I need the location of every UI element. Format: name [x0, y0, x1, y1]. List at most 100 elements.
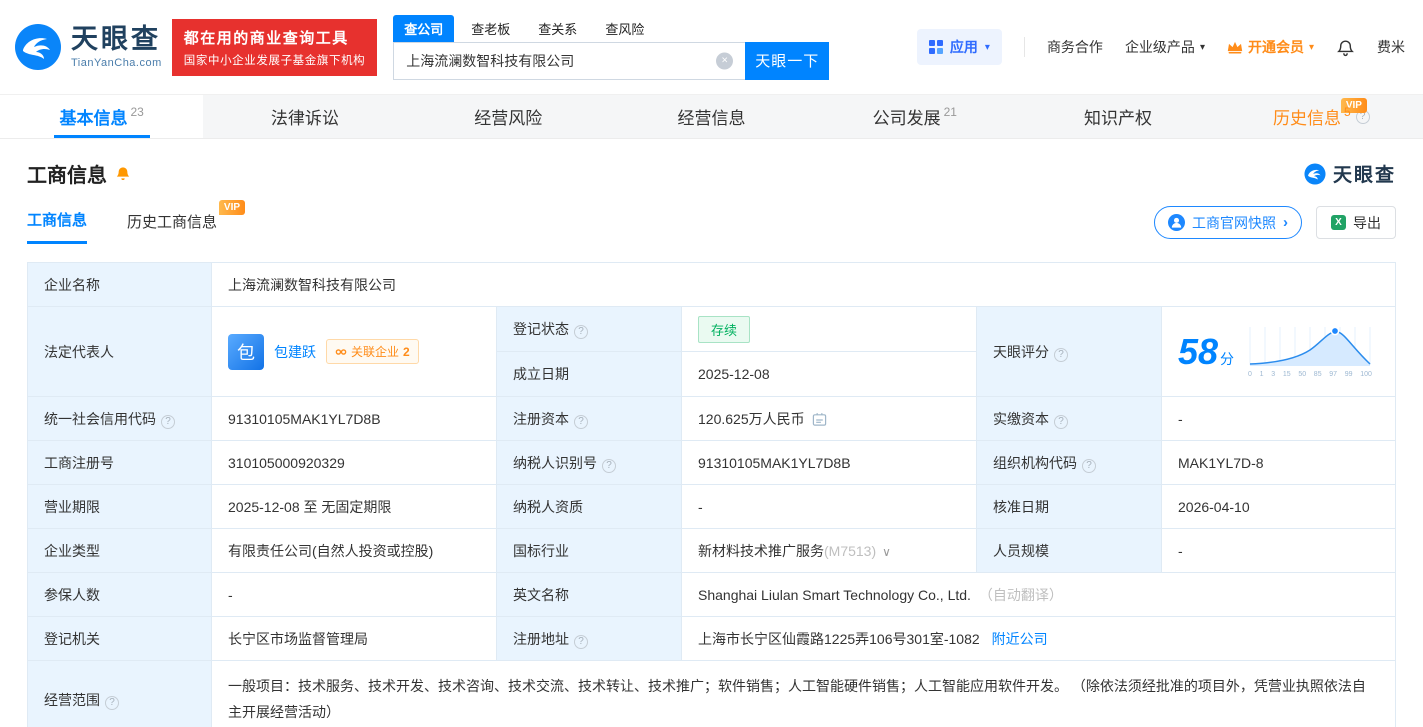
establish-date-value: 2025-12-08	[682, 352, 977, 397]
logo-domain: TianYanCha.com	[71, 57, 162, 69]
company-name-value: 上海流澜数智科技有限公司	[212, 263, 1396, 307]
chevron-down-icon: ▾	[1200, 42, 1205, 53]
search-tabs: 查公司 查老板 查关系 查风险	[393, 15, 829, 42]
user-name[interactable]: 费米	[1377, 37, 1405, 57]
legal-rep-name-link[interactable]: 包建跃	[274, 342, 316, 362]
subtab-business-info[interactable]: 工商信息	[27, 209, 87, 244]
related-companies-label: 关联企业	[351, 343, 399, 360]
score-label-cell: 天眼评分?	[977, 307, 1162, 397]
tab-operation-info[interactable]: 经营信息	[610, 95, 813, 138]
english-name-value: Shanghai Liulan Smart Technology Co., Lt…	[698, 587, 971, 603]
tianyancha-eye-icon	[14, 23, 62, 71]
clear-search-icon[interactable]: ×	[716, 52, 733, 69]
legal-rep-label-cell: 法定代表人	[28, 307, 212, 397]
tab-operational-risk[interactable]: 经营风险	[407, 95, 610, 138]
menu-vip-membership[interactable]: 开通会员 ▾	[1227, 37, 1314, 57]
business-info-table: 企业名称 上海流澜数智科技有限公司 法定代表人 包 包建跃	[27, 262, 1396, 727]
help-icon[interactable]: ?	[602, 459, 616, 473]
search-tab-relation[interactable]: 查关系	[527, 15, 588, 42]
legal-rep-avatar[interactable]: 包	[228, 334, 264, 370]
field-label: 法定代表人	[44, 344, 114, 360]
search-tab-risk[interactable]: 查风险	[594, 15, 655, 42]
approved-date-label-cell: 核准日期	[977, 485, 1162, 529]
menu-enterprise-products[interactable]: 企业级产品 ▾	[1125, 37, 1205, 57]
excel-glyph: X	[1335, 217, 1342, 228]
tab-label: 经营信息	[677, 104, 745, 129]
nearby-companies-link[interactable]: 附近公司	[992, 631, 1048, 647]
axis-tick: 15	[1283, 371, 1291, 378]
axis-tick: 0	[1248, 371, 1252, 378]
reg-capital-cell: 120.625万人民币	[682, 397, 977, 441]
tab-basic-info[interactable]: 基本信息 23	[0, 95, 203, 138]
org-code-value: MAK1YL7D-8	[1162, 441, 1396, 485]
search-button[interactable]: 天眼一下	[745, 42, 829, 80]
company-type-label-cell: 企业类型	[28, 529, 212, 573]
credit-code-label-cell: 统一社会信用代码?	[28, 397, 212, 441]
capital-change-icon[interactable]	[812, 412, 827, 427]
chevron-down-icon[interactable]: ∨	[882, 545, 891, 559]
english-name-label-cell: 英文名称	[497, 573, 682, 617]
business-scope-value: 一般项目：技术服务、技术开发、技术咨询、技术交流、技术转让、技术推广；软件销售；…	[228, 674, 1379, 726]
tianyancha-eye-icon	[1304, 163, 1326, 185]
paid-capital-value: -	[1162, 397, 1396, 441]
apps-menu[interactable]: 应用 ▾	[917, 29, 1002, 65]
person-badge-icon	[1168, 214, 1185, 231]
watermark-text: 天眼查	[1333, 160, 1396, 187]
help-icon[interactable]: ?	[161, 415, 175, 429]
field-label: 天眼评分	[993, 344, 1049, 360]
help-icon[interactable]: ?	[1054, 415, 1068, 429]
vip-badge: VIP	[219, 200, 245, 215]
subtab-label: 工商信息	[27, 212, 87, 229]
tab-history-info[interactable]: VIP 历史信息 5 ?	[1220, 95, 1423, 138]
axis-tick: 100	[1360, 371, 1372, 378]
address-value: 上海市长宁区仙霞路1225弄106号301室-1082	[698, 631, 980, 647]
business-scope-label-cell: 经营范围?	[28, 661, 212, 727]
menu-business-cooperation[interactable]: 商务合作	[1047, 37, 1103, 57]
taxpayer-qualification-label-cell: 纳税人资质	[497, 485, 682, 529]
tab-label: 公司发展	[873, 104, 941, 129]
export-button[interactable]: X 导出	[1316, 206, 1396, 239]
address-cell: 上海市长宁区仙霞路1225弄106号301室-1082 附近公司	[682, 617, 1396, 661]
search-box: × 天眼一下	[393, 42, 829, 80]
chevron-down-icon: ▾	[985, 42, 990, 53]
grid-icon	[929, 40, 943, 54]
related-companies-count: 2	[403, 345, 410, 359]
related-companies-badge[interactable]: 关联企业 2	[326, 339, 419, 364]
help-icon[interactable]: ?	[1082, 459, 1096, 473]
reg-number-label-cell: 工商注册号	[28, 441, 212, 485]
tab-intellectual-property[interactable]: 知识产权	[1016, 95, 1219, 138]
org-code-label-cell: 组织机构代码?	[977, 441, 1162, 485]
divider	[1024, 37, 1025, 57]
subtab-history-business-info[interactable]: 历史工商信息 VIP	[127, 211, 217, 243]
field-label: 登记机关	[44, 631, 100, 647]
axis-tick: 99	[1345, 371, 1353, 378]
search-tab-company[interactable]: 查公司	[393, 15, 454, 42]
help-icon[interactable]: ?	[574, 325, 588, 339]
tab-company-development[interactable]: 公司发展 21	[813, 95, 1016, 138]
field-label: 经营范围	[44, 692, 100, 708]
official-snapshot-button[interactable]: 工商官网快照 ›	[1154, 206, 1302, 239]
axis-tick: 1	[1260, 371, 1264, 378]
help-icon[interactable]: ?	[574, 635, 588, 649]
help-icon[interactable]: ?	[105, 696, 119, 710]
field-label: 英文名称	[513, 587, 569, 603]
axis-tick: 97	[1329, 371, 1337, 378]
subtab-row: 工商信息 历史工商信息 VIP 工商官网快照 › X 导出	[27, 206, 1396, 247]
field-label: 纳税人识别号	[513, 455, 597, 471]
search-input[interactable]	[393, 42, 745, 80]
help-icon[interactable]: ?	[574, 415, 588, 429]
help-icon[interactable]: ?	[1054, 348, 1068, 362]
staff-size-value: -	[1162, 529, 1396, 573]
search-tab-boss[interactable]: 查老板	[460, 15, 521, 42]
subscribe-bell-icon[interactable]	[115, 166, 131, 182]
score-value: 58	[1178, 331, 1218, 372]
score-axis: 0 1 3 15 50 85 97 99 100	[1248, 371, 1372, 378]
approved-date-value: 2026-04-10	[1162, 485, 1396, 529]
tianyancha-logo[interactable]: 天眼查 TianYanCha.com	[14, 23, 162, 71]
tab-label: 历史信息	[1273, 104, 1341, 129]
tab-legal-proceedings[interactable]: 法律诉讼	[203, 95, 406, 138]
notification-bell-icon[interactable]	[1336, 38, 1355, 57]
company-type-value: 有限责任公司(自然人投资或控股)	[212, 529, 497, 573]
tianyan-score-cell[interactable]: 58分	[1162, 307, 1396, 397]
section-title: 工商信息	[27, 159, 107, 188]
